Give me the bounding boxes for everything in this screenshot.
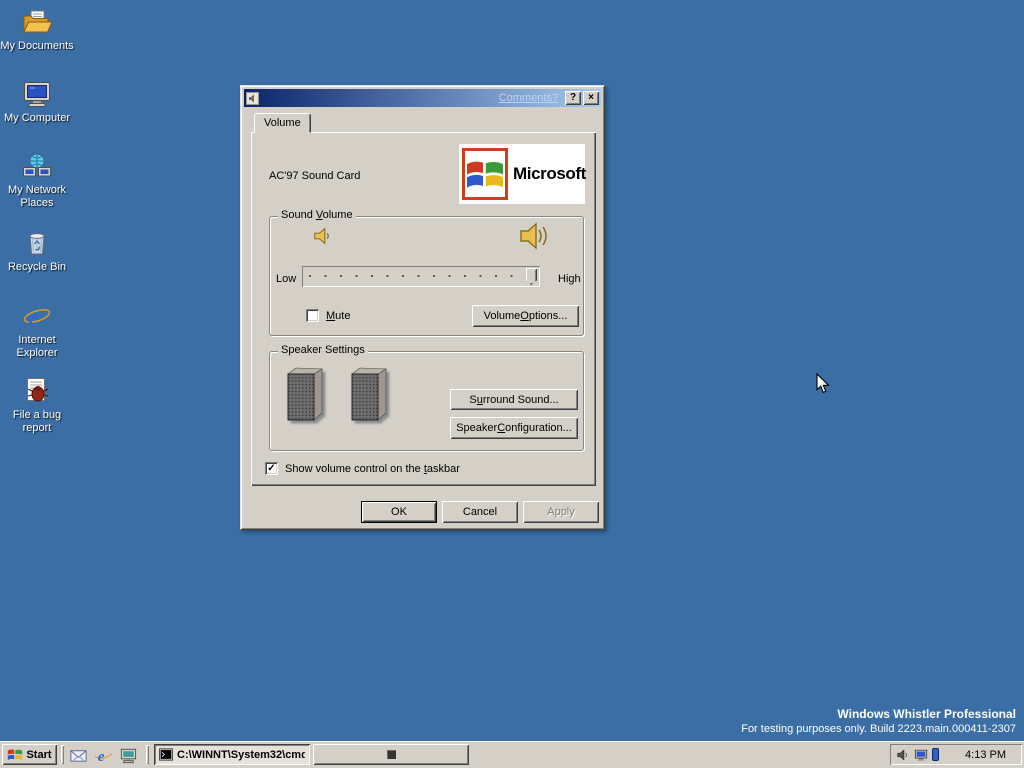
desktop-icon-label: My Computer xyxy=(0,112,74,125)
desktop-icon-file-bug-report[interactable]: File a bug report xyxy=(0,375,74,435)
show-volume-on-taskbar-checkbox[interactable]: ✓ xyxy=(265,462,278,475)
svg-text:e: e xyxy=(28,305,39,331)
speaker-tower-image-right xyxy=(348,366,390,429)
desktop-icon-label: My Documents xyxy=(0,40,74,53)
desktop-icon-recycle-bin[interactable]: Recycle Bin xyxy=(0,227,74,274)
volume-slider-thumb[interactable] xyxy=(526,268,537,285)
watermark-line2: For testing purposes only. Build 2223.ma… xyxy=(741,722,1016,736)
ie-icon: e xyxy=(94,746,113,765)
desktop-icon-label: Recycle Bin xyxy=(0,261,74,274)
recycle-bin-icon xyxy=(21,227,53,259)
apply-button: Apply xyxy=(523,501,599,523)
close-button[interactable]: × xyxy=(583,91,599,105)
desktop-icon-my-network-places[interactable]: My Network Places xyxy=(0,150,74,210)
windows-logo-icon xyxy=(7,748,23,761)
windows-flag-icon xyxy=(462,148,508,200)
watermark-line1: Windows Whistler Professional xyxy=(741,707,1016,722)
start-label: Start xyxy=(26,749,51,761)
comments-link[interactable]: Comments? xyxy=(499,92,558,104)
desktop-icon-my-computer[interactable]: My Computer xyxy=(0,78,74,125)
high-label: High xyxy=(558,273,581,285)
mute-checkbox[interactable] xyxy=(306,309,319,322)
quick-launch-outlook-express[interactable] xyxy=(68,745,88,765)
tray-volume-icon[interactable] xyxy=(896,748,910,762)
start-button[interactable]: Start xyxy=(2,744,57,765)
desktop-icon-label: Internet Explorer xyxy=(0,334,74,360)
my-network-places-icon xyxy=(21,150,53,182)
speaker-settings-group: Speaker Settings S xyxy=(269,351,584,451)
ok-button[interactable]: OK xyxy=(361,501,437,523)
internet-explorer-icon: e xyxy=(21,300,53,332)
volume-slider[interactable] xyxy=(302,266,540,287)
surround-sound-button[interactable]: Surround Sound... xyxy=(450,389,578,410)
mouse-cursor xyxy=(816,373,830,397)
system-tray: 4:13 PM xyxy=(890,744,1022,765)
checkmark: ✓ xyxy=(267,462,275,475)
desktop-icon-label: My Network Places xyxy=(0,184,74,210)
cancel-button[interactable]: Cancel xyxy=(442,501,518,523)
volume-options-button[interactable]: Volume Options... xyxy=(472,305,579,327)
build-watermark: Windows Whistler Professional For testin… xyxy=(741,707,1016,736)
sound-volume-group: Sound Volume Low High xyxy=(269,216,584,336)
low-volume-speaker-icon xyxy=(312,225,334,250)
quick-launch-handle[interactable] xyxy=(61,745,64,764)
show-desktop-icon xyxy=(119,746,138,765)
task-button-untitled[interactable] xyxy=(313,744,469,765)
device-name-label: AC'97 Sound Card xyxy=(269,170,360,182)
mute-label[interactable]: Mute xyxy=(326,310,350,322)
volume-tab-page: AC'97 Sound Card Microsoft Sound Volume xyxy=(251,132,596,486)
dialog-titlebar[interactable]: Comments? ? × xyxy=(244,89,601,107)
taskbar-clock[interactable]: 4:13 PM xyxy=(965,749,1006,761)
help-button[interactable]: ? xyxy=(565,91,581,105)
show-volume-on-taskbar-label[interactable]: Show volume control on the taskbar xyxy=(285,463,460,475)
desktop-icon-internet-explorer[interactable]: e Internet Explorer xyxy=(0,300,74,360)
tray-device-icon[interactable] xyxy=(932,748,939,761)
slider-ticks xyxy=(309,275,524,277)
task-button-label: C:\WINNT\System32\cmd.e... xyxy=(177,749,305,761)
app-window-icon xyxy=(387,750,396,759)
speaker-settings-group-title: Speaker Settings xyxy=(278,344,368,356)
speaker-configuration-button[interactable]: Speaker Configuration... xyxy=(450,417,578,439)
desktop-icon-my-documents[interactable]: My Documents xyxy=(0,6,74,53)
task-button-cmd[interactable]: C:\WINNT\System32\cmd.e... xyxy=(154,744,310,765)
low-label: Low xyxy=(276,273,296,285)
microsoft-logo: Microsoft xyxy=(459,144,585,204)
speaker-tower-image-left xyxy=(284,366,326,429)
microsoft-logo-text: Microsoft xyxy=(513,164,586,184)
desktop-icon-label: File a bug report xyxy=(0,409,74,435)
svg-text:e: e xyxy=(97,748,104,765)
my-documents-icon xyxy=(21,6,53,38)
taskbar: Start e C:\WINNT\Sy xyxy=(0,741,1024,768)
quick-launch-show-desktop[interactable] xyxy=(118,745,138,765)
cmd-icon xyxy=(159,748,173,762)
taskband-handle[interactable] xyxy=(146,745,149,764)
dialog-system-icon xyxy=(246,92,259,105)
sound-volume-group-title: Sound Volume xyxy=(278,209,356,221)
my-computer-icon xyxy=(21,78,53,110)
tab-volume[interactable]: Volume xyxy=(254,113,311,133)
bug-report-icon xyxy=(21,375,53,407)
high-volume-speaker-icon xyxy=(518,219,552,256)
outlook-express-icon xyxy=(69,746,88,765)
volume-control-dialog: Comments? ? × Volume AC'97 Sound Card Mi… xyxy=(240,85,605,530)
quick-launch-internet-explorer[interactable]: e xyxy=(93,745,113,765)
tray-display-icon[interactable] xyxy=(914,748,928,762)
